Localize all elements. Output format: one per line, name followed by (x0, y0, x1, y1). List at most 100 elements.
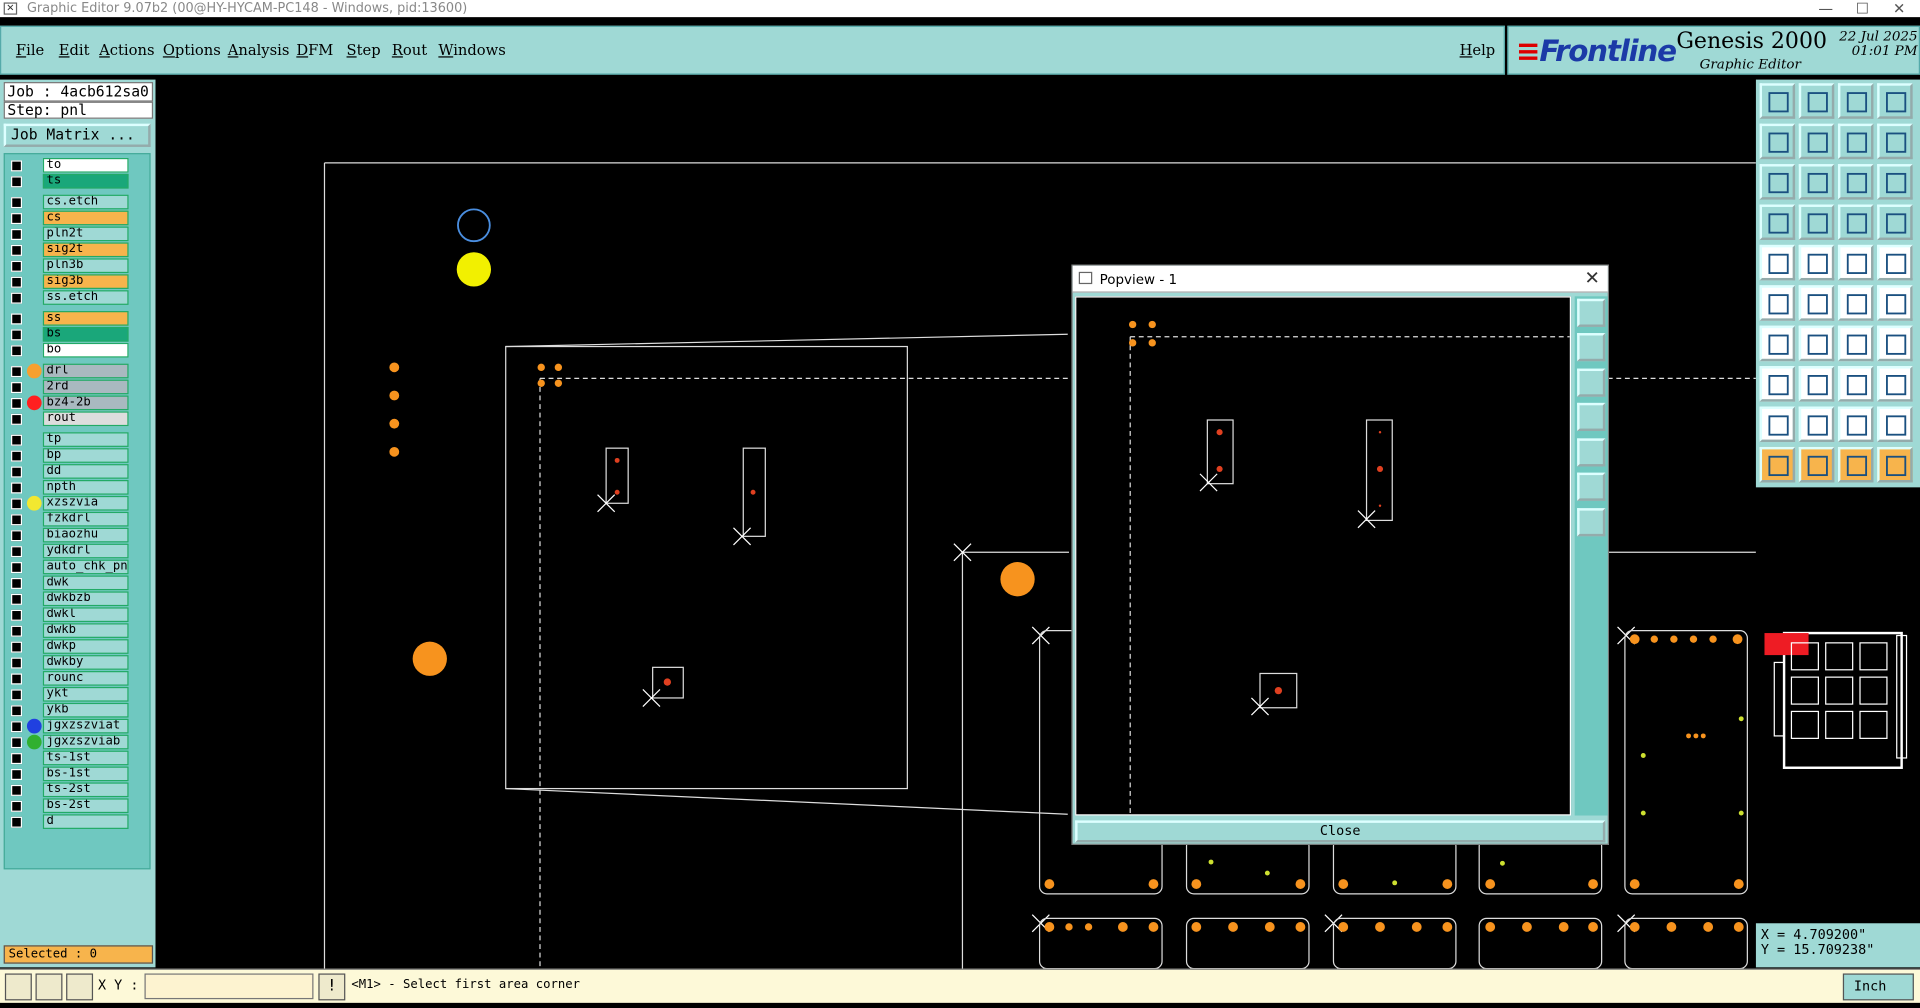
layer-row-9[interactable]: ss (7, 311, 129, 326)
layer-name[interactable]: sig2t (42, 242, 129, 258)
menu-options[interactable]: Options (163, 42, 221, 59)
layer-checkbox[interactable] (11, 609, 23, 621)
layer-checkbox[interactable] (11, 413, 23, 425)
layer-name[interactable]: sig3b (42, 274, 129, 289)
layer-row-5[interactable]: sig2t (7, 242, 129, 258)
popview-pan-left-button[interactable] (1577, 402, 1606, 432)
layer-name[interactable]: ts (42, 173, 129, 189)
popview-pan-right-button[interactable] (1577, 438, 1606, 467)
layer-row-19[interactable]: npth (7, 480, 129, 495)
layer-checkbox[interactable] (11, 768, 23, 781)
open-icon[interactable] (1759, 83, 1796, 119)
home-icon[interactable] (1837, 83, 1874, 119)
draw-line-icon[interactable] (1759, 325, 1796, 362)
layer-row-39[interactable]: bs-2st (7, 798, 129, 814)
layer-row-17[interactable]: bp (7, 448, 129, 463)
edit-icon[interactable] (1877, 123, 1913, 160)
menu-edit[interactable]: Edit (59, 42, 90, 59)
layer-checkbox[interactable] (11, 689, 23, 701)
split-icon[interactable] (1837, 285, 1874, 321)
grid-icon[interactable] (1798, 204, 1835, 241)
layer-row-35[interactable]: jgxzszviab (7, 734, 129, 750)
layer-checkbox[interactable] (11, 593, 23, 605)
layer-row-33[interactable]: ykb (7, 702, 129, 718)
layer-name[interactable]: tp (42, 432, 129, 447)
layer-name[interactable]: jgxzszviat (42, 718, 129, 734)
layer-checkbox[interactable] (11, 244, 23, 256)
measure-icon[interactable] (1837, 366, 1874, 402)
layer-row-40[interactable]: d (7, 814, 129, 829)
layer-name[interactable]: ss (42, 311, 129, 326)
triangle-icon[interactable] (1759, 406, 1796, 443)
layer-row-28[interactable]: dwkb (7, 623, 129, 638)
layer-checkbox[interactable] (11, 530, 23, 542)
layer-name[interactable]: rout (42, 411, 129, 427)
layer-row-24[interactable]: auto_chk_pn (7, 559, 129, 575)
arch-icon[interactable] (1837, 406, 1874, 443)
layer-checkbox[interactable] (11, 625, 23, 637)
dash-icon[interactable] (1837, 244, 1874, 281)
popview-close-button[interactable]: Close (1075, 820, 1606, 843)
layer-row-20[interactable]: xzszvia (7, 495, 129, 511)
layer-name[interactable]: bo (42, 342, 129, 358)
layer-name[interactable]: ykb (42, 702, 129, 718)
layer-name[interactable]: ydkdrl (42, 543, 129, 559)
layer-checkbox[interactable] (11, 673, 23, 685)
layer-name[interactable]: dwkby (42, 655, 129, 670)
pointer-select-icon[interactable] (1798, 446, 1835, 483)
route-icon[interactable] (1877, 285, 1913, 321)
layer-row-29[interactable]: dwkp (7, 639, 129, 654)
xy-input[interactable] (144, 973, 314, 1000)
layer-checkbox[interactable] (11, 753, 23, 765)
layer-checkbox[interactable] (11, 514, 23, 526)
layer-checkbox[interactable] (11, 292, 23, 304)
layer-checkbox[interactable] (11, 657, 23, 669)
layer-checkbox[interactable] (11, 737, 23, 749)
layer-row-1[interactable]: ts (7, 173, 129, 189)
layer-checkbox[interactable] (11, 466, 23, 478)
pointer-route-icon[interactable] (1877, 446, 1913, 483)
layer-name[interactable]: jgxzszviab (42, 734, 129, 750)
layer-checkbox[interactable] (11, 784, 23, 796)
zoom-icon[interactable] (1798, 164, 1835, 200)
layer-checkbox[interactable] (11, 800, 23, 812)
layer-row-32[interactable]: ykt (7, 686, 129, 702)
popview-pan-up-button[interactable] (1577, 333, 1606, 362)
layer-checkbox[interactable] (11, 450, 23, 462)
layer-name[interactable]: bs (42, 326, 129, 342)
layer-checkbox[interactable] (11, 721, 23, 733)
help-icon[interactable] (1877, 164, 1913, 200)
layer-name[interactable]: ts-1st (42, 750, 129, 766)
menu-file[interactable]: File (16, 42, 44, 59)
pointer-icon[interactable] (1759, 446, 1796, 483)
mini-view[interactable] (1759, 618, 1917, 781)
layer-checkbox[interactable] (11, 577, 23, 589)
menu-rout[interactable]: Rout (392, 42, 427, 59)
layer-checkbox[interactable] (11, 329, 23, 341)
layer-name[interactable]: to (42, 157, 129, 173)
info-icon[interactable]: ! (318, 973, 346, 1001)
layer-name[interactable]: dd (42, 464, 129, 479)
text-icon[interactable] (1877, 325, 1913, 362)
layer-name[interactable]: biaozhu (42, 527, 129, 543)
layer-checkbox[interactable] (11, 176, 23, 188)
layer-checkbox[interactable] (11, 498, 23, 510)
layer-checkbox[interactable] (11, 260, 23, 272)
snap-grid-icon[interactable] (66, 973, 94, 1001)
delta-icon[interactable] (1798, 406, 1835, 443)
select-icon[interactable] (1877, 366, 1913, 402)
menu-actions[interactable]: Actions (99, 42, 154, 59)
cross-icon[interactable] (1798, 285, 1835, 321)
layer-name[interactable]: 2rd (42, 379, 129, 395)
layer-row-11[interactable]: bo (7, 342, 129, 358)
layer-row-22[interactable]: biaozhu (7, 527, 129, 543)
job-matrix-button[interactable]: Job Matrix ... (3, 123, 151, 147)
measure-icon[interactable] (35, 973, 63, 1001)
layer-checkbox[interactable] (11, 434, 23, 446)
popview-zoom-fit-button[interactable] (1577, 298, 1606, 327)
popview-close-icon[interactable]: ✕ (1584, 267, 1599, 289)
layer-checkbox[interactable] (11, 197, 23, 209)
fit-icon[interactable] (1759, 164, 1796, 200)
swap-icon[interactable] (1837, 123, 1874, 160)
layer-row-38[interactable]: ts-2st (7, 782, 129, 798)
